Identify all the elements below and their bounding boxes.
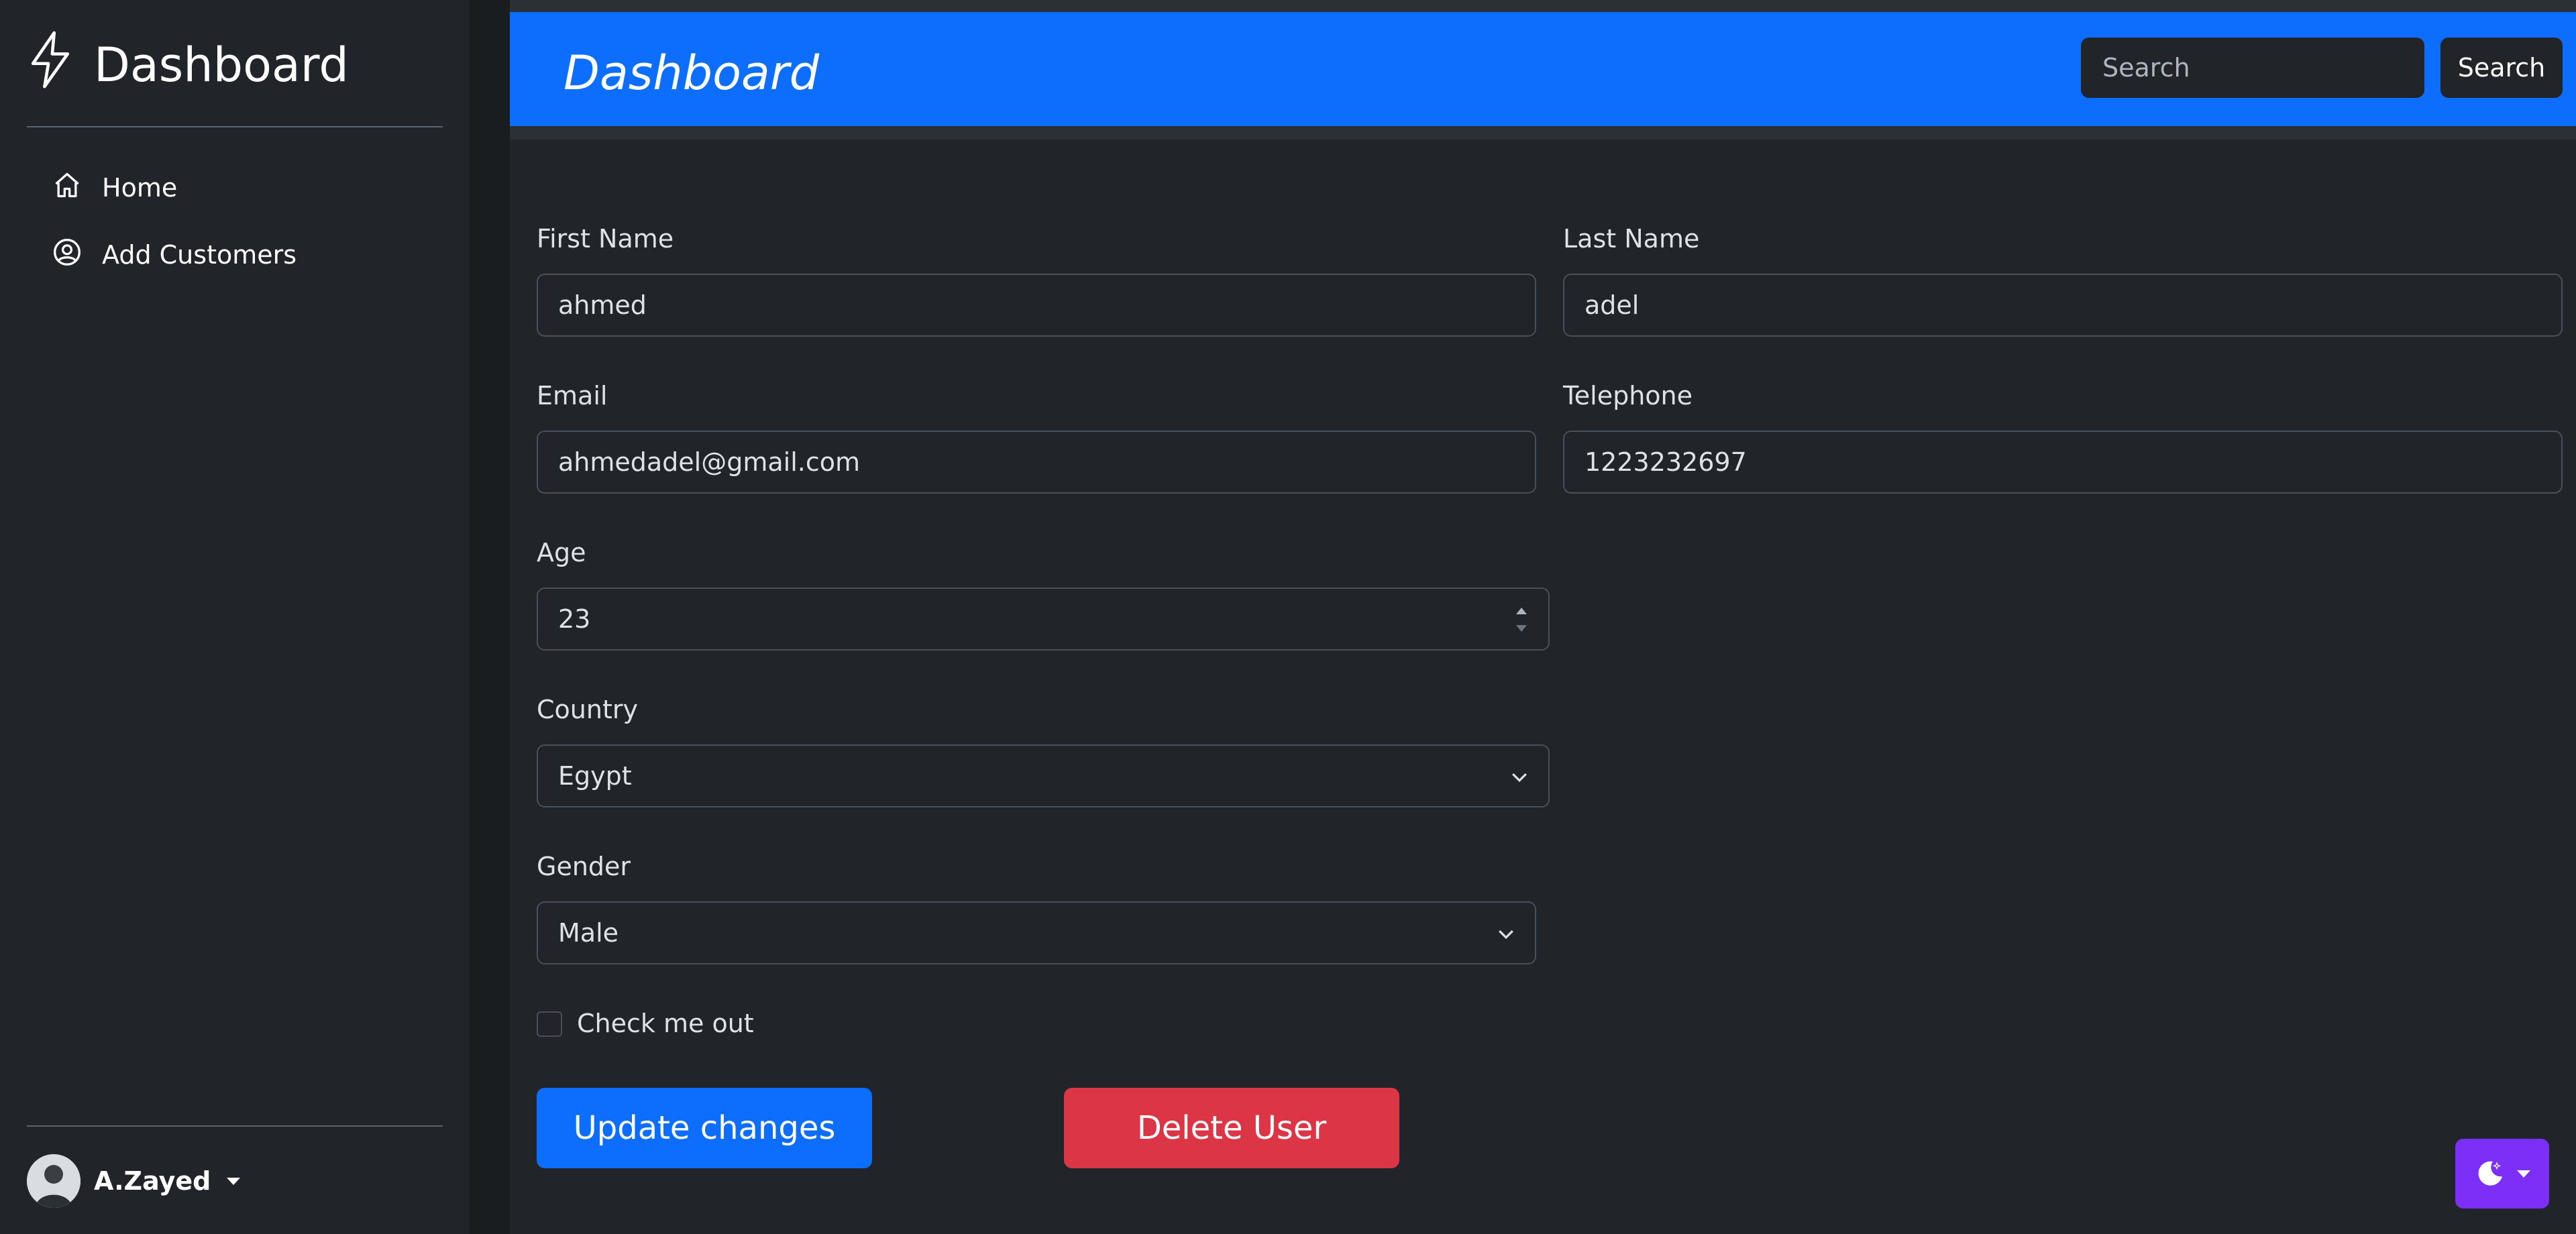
chevron-down-icon — [1512, 773, 1527, 783]
check-me-out-label[interactable]: Check me out — [577, 1009, 754, 1038]
user-circle-icon — [52, 237, 82, 273]
spinner-arrows-icon[interactable] — [1515, 602, 1528, 637]
home-icon — [52, 170, 82, 206]
search-input[interactable] — [2081, 38, 2424, 98]
email-label: Email — [537, 381, 608, 410]
sidebar-item-label: Add Customers — [102, 240, 297, 270]
sidebar-divider-bottom — [27, 1125, 443, 1127]
country-select[interactable]: Egypt — [537, 744, 1550, 807]
gender-label: Gender — [537, 852, 631, 881]
last-name-field[interactable]: adel — [1563, 274, 2563, 337]
avatar — [27, 1154, 80, 1208]
age-label: Age — [537, 538, 586, 567]
last-name-value: adel — [1585, 290, 1640, 320]
sidebar-brand[interactable]: Dashboard — [27, 31, 349, 95]
lightning-icon — [27, 31, 74, 100]
main-content: Dashboard Search First Name ahmed Last N… — [510, 0, 2576, 1234]
age-number-field[interactable]: 23 — [537, 587, 1550, 651]
user-name: A.Zayed — [94, 1166, 211, 1196]
gender-select[interactable]: Male — [537, 901, 1536, 964]
sidebar-item-home[interactable]: Home — [27, 154, 443, 221]
theme-toggle-button[interactable] — [2455, 1139, 2549, 1209]
first-name-value: ahmed — [558, 290, 647, 320]
sidebar-gutter — [470, 0, 510, 1234]
gender-value: Male — [558, 918, 619, 948]
country-value: Egypt — [558, 761, 632, 791]
caret-down-icon — [2517, 1170, 2530, 1178]
first-name-label: First Name — [537, 224, 674, 254]
telephone-label: Telephone — [1563, 381, 1693, 410]
sidebar-divider-top — [27, 126, 443, 127]
first-name-field[interactable]: ahmed — [537, 274, 1536, 337]
caret-down-icon — [227, 1177, 241, 1185]
country-label: Country — [537, 695, 638, 724]
telephone-value: 1223232697 — [1585, 447, 1747, 477]
email-field[interactable]: ahmedadel@gmail.com — [537, 431, 1536, 494]
last-name-label: Last Name — [1563, 224, 1700, 254]
page-title: Dashboard — [564, 46, 820, 101]
check-me-out-checkbox[interactable] — [537, 1011, 562, 1037]
brand-title: Dashboard — [94, 38, 349, 93]
header-shadow-band — [510, 126, 2576, 139]
sidebar-item-label: Home — [102, 173, 178, 203]
sidebar-item-add-customers[interactable]: Add Customers — [27, 221, 443, 288]
user-menu[interactable]: A.Zayed — [27, 1152, 241, 1210]
search-button[interactable]: Search — [2440, 38, 2563, 98]
update-changes-button[interactable]: Update changes — [537, 1088, 872, 1168]
chevron-down-icon — [1499, 930, 1513, 940]
header-bar: Dashboard Search — [510, 12, 2576, 126]
email-value: ahmedadel@gmail.com — [558, 447, 861, 477]
age-value: 23 — [558, 604, 591, 634]
telephone-field[interactable]: 1223232697 — [1563, 431, 2563, 494]
sidebar: Dashboard Home Add Customers A.Zayed — [0, 0, 470, 1234]
moon-stars-icon — [2478, 1161, 2502, 1186]
top-strip — [510, 0, 2576, 12]
delete-user-button[interactable]: Delete User — [1064, 1088, 1399, 1168]
sidebar-nav: Home Add Customers — [27, 154, 443, 288]
